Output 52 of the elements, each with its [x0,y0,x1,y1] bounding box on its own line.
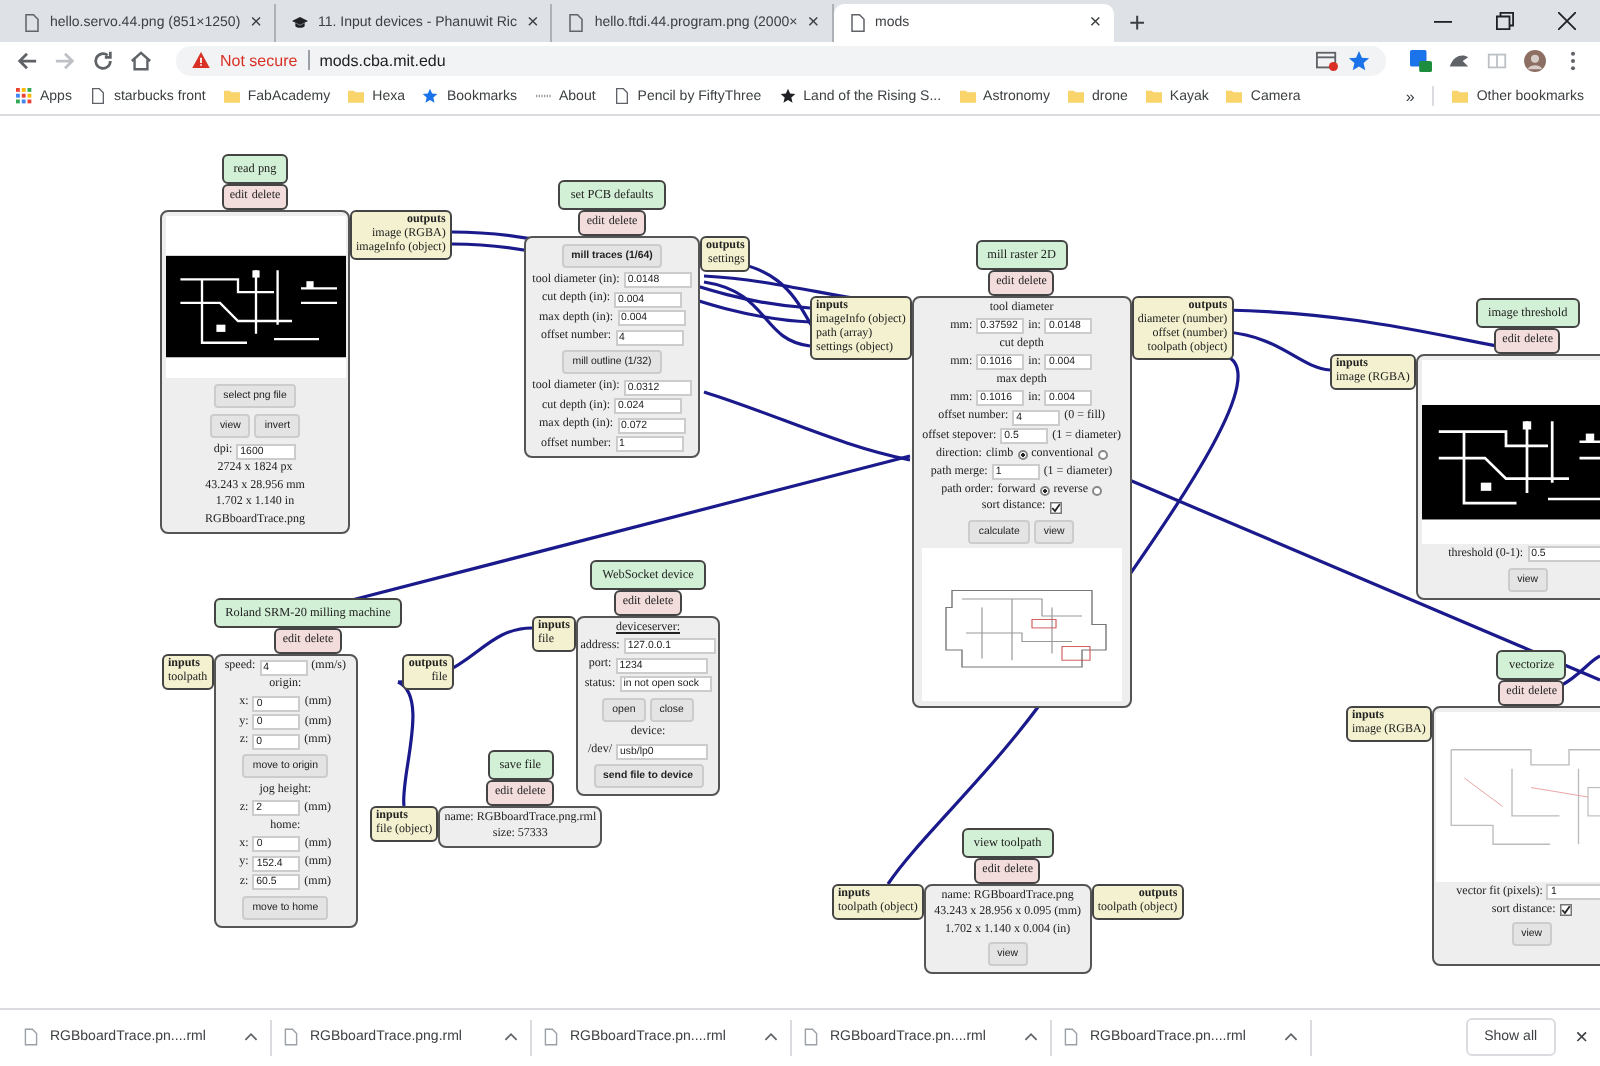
checkbox[interactable] [1049,501,1062,514]
close-tab-button[interactable]: × [807,12,820,34]
home-icon[interactable] [130,49,152,72]
folder-icon [1068,88,1085,105]
url-text: mods.cba.mit.edu [319,51,446,70]
new-tab-button[interactable]: + [1129,4,1146,42]
avatar-icon[interactable] [1524,49,1546,72]
caret-icon[interactable] [1024,1032,1038,1043]
close-window-icon[interactable] [1558,12,1576,30]
star-icon [779,88,796,105]
folder-icon [348,88,365,105]
checkbox[interactable] [1559,904,1572,917]
radio-button[interactable] [1017,449,1028,460]
install-app-icon[interactable] [1316,49,1338,72]
file-icon [284,1028,298,1047]
graduation-cap-icon [292,14,308,32]
address-bar[interactable]: Not secure mods.cba.mit.edu [176,45,1386,76]
apps-grid-icon [16,88,32,105]
radio-button[interactable] [1097,449,1108,460]
radio-button[interactable] [1092,485,1103,496]
close-tab-button[interactable]: × [1089,12,1102,34]
page-icon [568,14,585,32]
close-button[interactable]: × [1575,1025,1588,1050]
caret-icon[interactable] [764,1032,778,1043]
page-icon [613,88,630,105]
extension-icon[interactable] [1410,49,1432,72]
caret-icon[interactable] [504,1032,518,1043]
file-icon [1064,1028,1078,1047]
restore-icon[interactable] [1496,12,1514,30]
folder-icon [959,88,976,105]
back-icon[interactable] [16,49,38,72]
close-tab-button[interactable]: × [250,12,262,34]
warning-icon [192,52,210,69]
caret-icon[interactable] [1284,1032,1298,1043]
bookmark-star-icon[interactable] [1348,49,1370,72]
folder-icon [1452,88,1469,105]
caret-icon[interactable] [244,1032,258,1043]
page-icon [89,88,106,105]
more-bookmarks-button[interactable]: » [1405,87,1415,106]
close-tab-button[interactable]: × [526,12,539,34]
folder-icon [1226,88,1243,105]
file-icon [24,1028,38,1047]
radio-button[interactable] [1039,485,1050,496]
page-icon [849,14,866,32]
folder-icon [223,88,240,105]
folder-icon [1145,88,1162,105]
security-label: Not secure [220,51,298,70]
file-icon [544,1028,558,1047]
reload-icon[interactable] [92,49,114,72]
file-icon [804,1028,818,1047]
star-icon [422,88,439,105]
page-icon [24,14,40,32]
